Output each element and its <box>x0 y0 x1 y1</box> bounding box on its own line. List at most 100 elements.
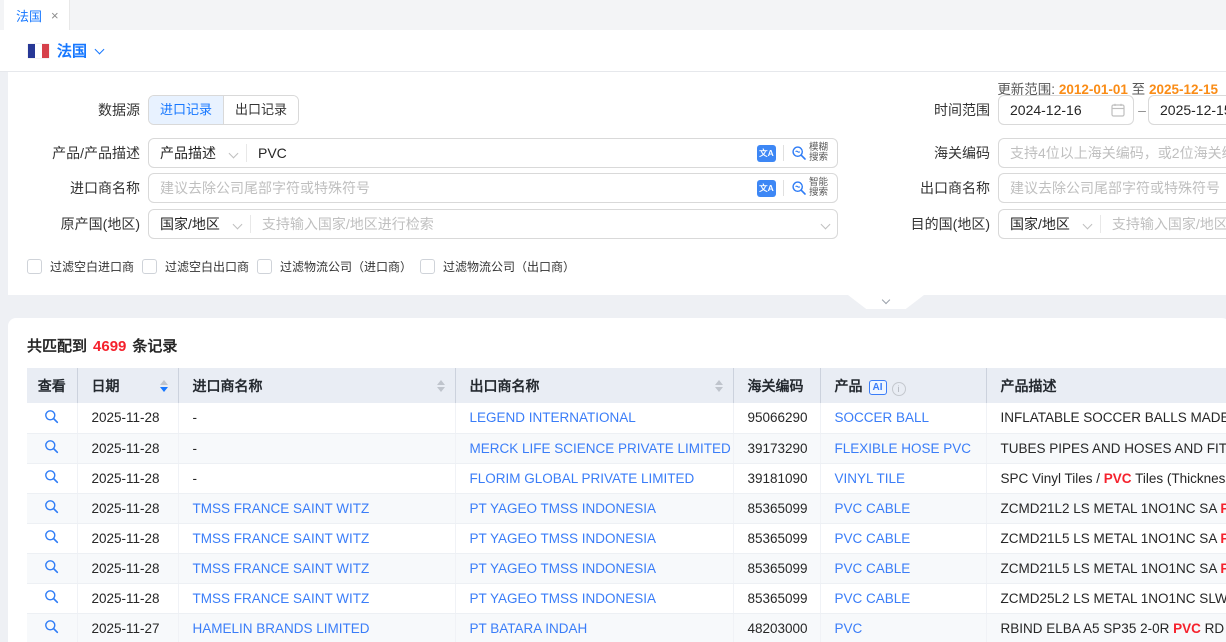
view-cell[interactable] <box>27 523 77 553</box>
view-cell[interactable] <box>27 613 77 642</box>
view-cell[interactable] <box>27 493 77 523</box>
exporter-link[interactable]: LEGEND INTERNATIONAL <box>470 410 636 425</box>
date-cell: 2025-11-28 <box>77 553 178 583</box>
exporter-cell: PT YAGEO TMSS INDONESIA <box>455 583 733 613</box>
date-end-input[interactable]: 2025-12-15 <box>1148 95 1226 125</box>
importer-link[interactable]: TMSS FRANCE SAINT WITZ <box>193 531 370 546</box>
product-search-input[interactable]: PVC <box>247 145 757 161</box>
product-link[interactable]: PVC CABLE <box>835 501 911 516</box>
col-importer-label: 进口商名称 <box>193 376 263 396</box>
exporter-link[interactable]: PT YAGEO TMSS INDONESIA <box>470 501 657 516</box>
product-link[interactable]: PVC CABLE <box>835 561 911 576</box>
checkbox-label: 过滤物流公司（出口商） <box>443 258 575 275</box>
checkbox-icon[interactable] <box>142 259 157 274</box>
view-cell[interactable] <box>27 553 77 583</box>
hs-code-input[interactable]: 支持4位以上海关编码，或2位海关编码加... <box>998 138 1226 168</box>
product-select-value: 产品描述 <box>160 143 216 163</box>
translate-icon[interactable]: 文A <box>757 145 776 162</box>
importer-link[interactable]: HAMELIN BRANDS LIMITED <box>193 621 370 636</box>
origin-label: 原产国(地区) <box>8 209 140 239</box>
exporter-link[interactable]: PT BATARA INDAH <box>470 621 588 636</box>
destination-country-select[interactable]: 国家/地区 <box>999 210 1100 238</box>
collapse-handle[interactable] <box>848 295 924 309</box>
filter-checkbox-row: 过滤空白进口商 过滤空白出口商 过滤物流公司（进口商） 过滤物流公司（出口商） <box>27 258 583 275</box>
calendar-icon <box>1111 103 1125 117</box>
importer-placeholder: 建议去除公司尾部字符或特殊符号 <box>149 178 757 198</box>
checkbox-label: 过滤空白进口商 <box>50 258 134 275</box>
filter-logistics-exporter-checkbox[interactable]: 过滤物流公司（出口商） <box>420 258 575 275</box>
col-date-label: 日期 <box>92 376 120 396</box>
origin-select-value: 国家/地区 <box>160 214 220 234</box>
sort-exporter[interactable] <box>715 380 723 392</box>
chevron-down-icon <box>1082 219 1092 229</box>
tab-close-icon[interactable]: × <box>51 9 59 22</box>
product-link[interactable]: PVC CABLE <box>835 531 911 546</box>
table-row: 2025-11-28- MERCK LIFE SCIENCE PRIVATE LI… <box>27 433 1226 463</box>
checkbox-icon[interactable] <box>257 259 272 274</box>
country-title[interactable]: 法国 <box>57 40 87 61</box>
summary-count: 4699 <box>93 338 126 355</box>
filter-blank-importer-checkbox[interactable]: 过滤空白进口商 <box>27 258 134 275</box>
importer-cell: - <box>178 433 455 463</box>
sort-importer[interactable] <box>437 380 445 392</box>
view-cell[interactable] <box>27 463 77 493</box>
date-start-input[interactable]: 2024-12-16 <box>998 95 1134 125</box>
description-cell: SPC Vinyl Tiles / PVC Tiles (Thickness..… <box>986 463 1226 493</box>
exporter-cell: MERCK LIFE SCIENCE PRIVATE LIMITED <box>455 433 733 463</box>
destination-placeholder[interactable]: 支持输入国家/地区进行检索 <box>1101 214 1226 234</box>
checkbox-icon[interactable] <box>27 259 42 274</box>
exporter-link[interactable]: FLORIM GLOBAL PRIVATE LIMITED <box>470 471 695 486</box>
importer-input-group[interactable]: 建议去除公司尾部字符或特殊符号 文A 智能搜索 <box>148 173 838 203</box>
info-icon[interactable]: i <box>892 382 906 396</box>
checkbox-icon[interactable] <box>420 259 435 274</box>
importer-cell: TMSS FRANCE SAINT WITZ <box>178 583 455 613</box>
origin-placeholder[interactable]: 支持输入国家/地区进行检索 <box>251 214 822 234</box>
exporter-input[interactable]: 建议去除公司尾部字符或特殊符号 <box>998 173 1226 203</box>
exporter-cell: PT YAGEO TMSS INDONESIA <box>455 553 733 583</box>
view-cell[interactable] <box>27 403 77 433</box>
view-cell[interactable] <box>27 583 77 613</box>
col-exporter: 出口商名称 <box>455 368 733 403</box>
product-link[interactable]: PVC CABLE <box>835 591 911 606</box>
exporter-cell: PT BATARA INDAH <box>455 613 733 642</box>
product-cell: FLEXIBLE HOSE PVC <box>820 433 986 463</box>
importer-link[interactable]: TMSS FRANCE SAINT WITZ <box>193 591 370 606</box>
col-view: 查看 <box>27 368 77 403</box>
export-records-tab[interactable]: 出口记录 <box>223 96 298 124</box>
product-link[interactable]: SOCCER BALL <box>835 410 930 425</box>
date-cell: 2025-11-28 <box>77 433 178 463</box>
exporter-link[interactable]: PT YAGEO TMSS INDONESIA <box>470 591 657 606</box>
filter-blank-exporter-checkbox[interactable]: 过滤空白出口商 <box>142 258 249 275</box>
importer-link[interactable]: TMSS FRANCE SAINT WITZ <box>193 501 370 516</box>
product-link[interactable]: PVC <box>835 621 863 636</box>
translate-icon[interactable]: 文A <box>757 180 776 197</box>
results-summary: 共匹配到4699条记录 <box>27 335 177 356</box>
import-records-tab[interactable]: 进口记录 <box>149 96 223 124</box>
filter-logistics-importer-checkbox[interactable]: 过滤物流公司（进口商） <box>257 258 412 275</box>
exporter-link[interactable]: PT YAGEO TMSS INDONESIA <box>470 561 657 576</box>
product-cell: PVC <box>820 613 986 642</box>
col-date: 日期 <box>77 368 178 403</box>
view-icon <box>44 559 59 574</box>
exporter-link[interactable]: PT YAGEO TMSS INDONESIA <box>470 531 657 546</box>
sort-date[interactable] <box>160 380 168 392</box>
product-link[interactable]: VINYL TILE <box>835 471 906 486</box>
col-product-label: 产品 <box>835 378 863 394</box>
col-exporter-label: 出口商名称 <box>470 376 540 396</box>
origin-country-select[interactable]: 国家/地区 <box>149 210 250 238</box>
hs-code-cell: 85365099 <box>733 553 820 583</box>
chevron-down-icon[interactable] <box>95 44 105 54</box>
importer-empty: - <box>193 441 198 456</box>
product-field-select[interactable]: 产品描述 <box>149 139 246 167</box>
date-range-separator: – <box>1136 102 1148 118</box>
product-link[interactable]: FLEXIBLE HOSE PVC <box>835 441 972 456</box>
importer-link[interactable]: TMSS FRANCE SAINT WITZ <box>193 561 370 576</box>
product-cell: SOCCER BALL <box>820 403 986 433</box>
view-cell[interactable] <box>27 433 77 463</box>
importer-empty: - <box>193 471 198 486</box>
exporter-link[interactable]: MERCK LIFE SCIENCE PRIVATE LIMITED <box>470 441 731 456</box>
exporter-cell: FLORIM GLOBAL PRIVATE LIMITED <box>455 463 733 493</box>
tab-france[interactable]: 法国 × <box>4 0 70 30</box>
product-cell: PVC CABLE <box>820 583 986 613</box>
date-cell: 2025-11-28 <box>77 583 178 613</box>
